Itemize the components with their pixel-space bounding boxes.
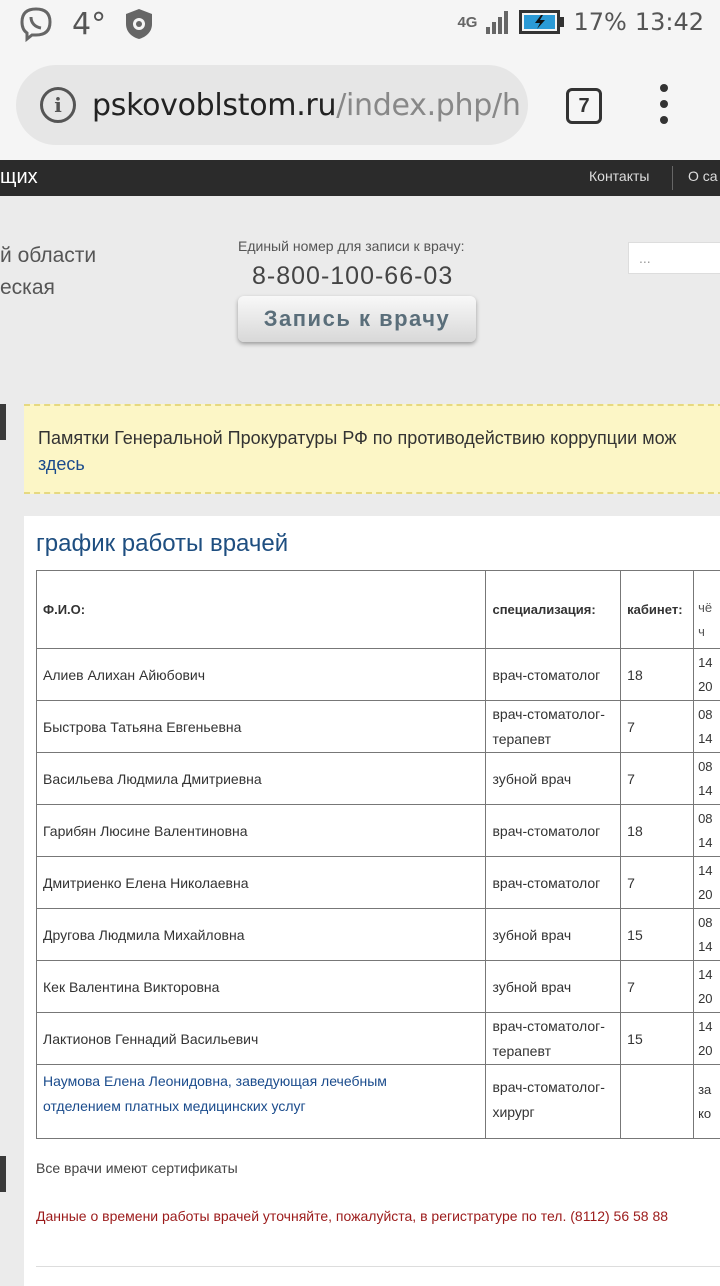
doctor-spec: врач-стоматолог-терапевт xyxy=(486,701,621,753)
doctor-time: зако xyxy=(694,1065,720,1139)
header-name: Ф.И.О: xyxy=(37,571,486,649)
doctor-time: 1420 xyxy=(694,1013,720,1065)
site-top-nav: щих Контакты О са xyxy=(0,160,720,196)
certificates-note: Все врачи имеют сертификаты xyxy=(36,1160,238,1176)
table-row: Быстрова Татьяна Евгеньевна врач-стомато… xyxy=(37,701,720,753)
doctor-time: 1420 xyxy=(694,857,720,909)
table-row: Наумова Елена Леонидовна, заведующая леч… xyxy=(37,1065,720,1139)
doctor-time: 1420 xyxy=(694,961,720,1013)
doctor-room: 7 xyxy=(621,857,694,909)
bug-shield-icon xyxy=(124,8,154,40)
doctor-name: Другова Людмила Михайловна xyxy=(37,909,486,961)
doctor-name: Гарибян Люсине Валентиновна xyxy=(37,805,486,857)
doctor-time: 1420 xyxy=(694,649,720,701)
doctor-room: 7 xyxy=(621,961,694,1013)
info-icon[interactable]: i xyxy=(40,87,76,123)
doctor-room: 7 xyxy=(621,701,694,753)
phone-number[interactable]: 8-800-100-66-03 xyxy=(252,262,453,291)
doctor-spec: врач-стоматолог xyxy=(486,857,621,909)
region-line-2: еская xyxy=(0,276,55,300)
table-row: Другова Людмила Михайловна зубной врач 1… xyxy=(37,909,720,961)
overflow-menu-icon[interactable] xyxy=(652,84,676,124)
nav-left-text[interactable]: щих xyxy=(0,166,38,189)
doctor-name: Алиев Алихан Айюбович xyxy=(37,649,486,701)
doctor-spec: врач-стоматолог-хирург xyxy=(486,1065,621,1139)
clock: 13:42 xyxy=(635,8,704,36)
doctor-name: Быстрова Татьяна Евгеньевна xyxy=(37,701,486,753)
table-header-row: Ф.И.О: специализация: кабинет: чё ч xyxy=(37,571,720,649)
divider xyxy=(36,1266,720,1267)
nav-contacts[interactable]: Контакты xyxy=(589,168,649,184)
tab-switcher-button[interactable]: 7 xyxy=(566,88,602,124)
doctor-room xyxy=(621,1065,694,1139)
url-text[interactable]: pskovoblstom.ru/index.php/h xyxy=(92,88,521,123)
doctor-room: 15 xyxy=(621,909,694,961)
page-title: график работы врачей xyxy=(36,530,288,558)
schedule-note: Данные о времени работы врачей уточняйте… xyxy=(36,1208,668,1224)
notice-banner: Памятки Генеральной Прокуратуры РФ по пр… xyxy=(24,404,720,494)
doctor-room: 18 xyxy=(621,805,694,857)
nav-about[interactable]: О са xyxy=(688,168,718,184)
table-row: Дмитриенко Елена Николаевна врач-стомато… xyxy=(37,857,720,909)
nav-divider xyxy=(672,166,673,190)
notice-text: Памятки Генеральной Прокуратуры РФ по пр… xyxy=(38,428,676,449)
battery-percent: 17% xyxy=(573,8,626,36)
doctor-spec: врач-стоматолог xyxy=(486,805,621,857)
header-room: кабинет: xyxy=(621,571,694,649)
address-bar[interactable]: i pskovoblstom.ru/index.php/h xyxy=(16,65,528,145)
schedule-table: Ф.И.О: специализация: кабинет: чё ч Алие… xyxy=(36,570,720,1139)
status-bar: 4° 4G 17% 13:42 xyxy=(0,0,720,50)
header-time: чё ч xyxy=(694,571,720,649)
doctor-time: 0814 xyxy=(694,701,720,753)
site-header: й области еская Единый номер для записи … xyxy=(0,196,720,376)
phone-caption: Единый номер для записи к врачу: xyxy=(238,238,464,254)
side-tab-top[interactable] xyxy=(0,404,6,440)
header-spec: специализация: xyxy=(486,571,621,649)
signal-icon xyxy=(485,9,511,35)
doctor-name: Васильева Людмила Дмитриевна xyxy=(37,753,486,805)
table-row: Лактионов Геннадий Васильевич врач-стома… xyxy=(37,1013,720,1065)
region-line-1: й области xyxy=(0,244,96,268)
doctor-time: 0814 xyxy=(694,805,720,857)
doctor-spec: зубной врач xyxy=(486,753,621,805)
table-row: Кек Валентина Викторовна зубной врач 7 1… xyxy=(37,961,720,1013)
table-row: Алиев Алихан Айюбович врач-стоматолог 18… xyxy=(37,649,720,701)
battery-charging-icon xyxy=(519,10,565,34)
main-content: график работы врачей Ф.И.О: специализаци… xyxy=(24,516,720,1286)
notice-link[interactable]: здесь xyxy=(38,454,85,475)
table-row: Васильева Людмила Дмитриевна зубной врач… xyxy=(37,753,720,805)
doctor-name: Лактионов Геннадий Васильевич xyxy=(37,1013,486,1065)
network-type: 4G xyxy=(457,14,477,31)
browser-toolbar: i pskovoblstom.ru/index.php/h 7 xyxy=(0,50,720,160)
table-row: Гарибян Люсине Валентиновна врач-стомато… xyxy=(37,805,720,857)
doctor-spec: врач-стоматолог-терапевт xyxy=(486,1013,621,1065)
search-input[interactable]: ... xyxy=(628,242,720,274)
doctor-spec: врач-стоматолог xyxy=(486,649,621,701)
temperature: 4° xyxy=(72,7,106,42)
doctor-room: 15 xyxy=(621,1013,694,1065)
doctor-name: Дмитриенко Елена Николаевна xyxy=(37,857,486,909)
doctor-name-link[interactable]: Наумова Елена Леонидовна, заведующая леч… xyxy=(37,1065,486,1139)
doctor-room: 18 xyxy=(621,649,694,701)
viber-icon xyxy=(18,6,54,42)
doctor-room: 7 xyxy=(621,753,694,805)
doctor-time: 0814 xyxy=(694,753,720,805)
doctor-spec: зубной врач xyxy=(486,909,621,961)
side-tab-bottom[interactable] xyxy=(0,1156,6,1192)
doctor-time: 0814 xyxy=(694,909,720,961)
appointment-button[interactable]: Запись к врачу xyxy=(238,296,476,342)
doctor-name: Кек Валентина Викторовна xyxy=(37,961,486,1013)
doctor-spec: зубной врач xyxy=(486,961,621,1013)
